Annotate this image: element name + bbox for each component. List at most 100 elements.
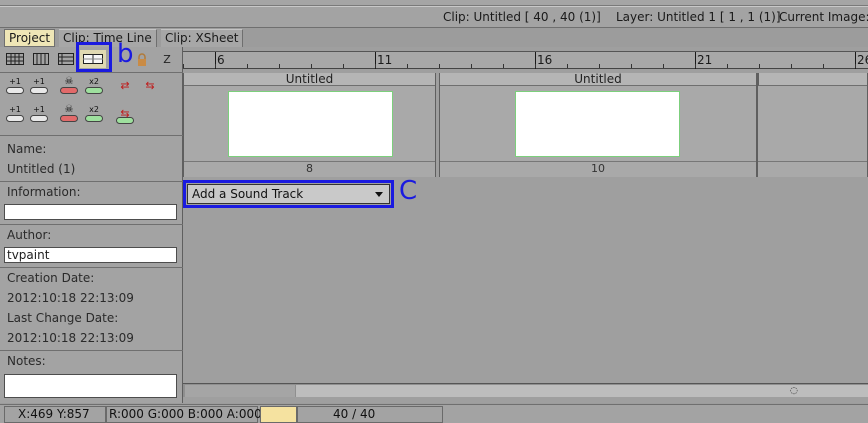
duplicate-layer-button[interactable]: x2 (83, 77, 105, 99)
collapse-arrows-icon[interactable]: ⇆ (139, 77, 161, 99)
ruler-minor-tick (663, 64, 664, 68)
clip-pill-red-icon (60, 115, 78, 122)
notes-label: Notes: (7, 354, 46, 368)
ruler-minor-tick (759, 64, 760, 68)
ruler-label: 16 (537, 53, 553, 67)
add-layer-button[interactable]: +1 (4, 77, 26, 99)
clip-pill-green-icon (85, 115, 103, 122)
ruler-minor-tick (375, 64, 376, 68)
add-clip-button[interactable]: +1 (4, 105, 26, 127)
ruler-label: 6 (217, 53, 225, 67)
creation-date-label: Creation Date: (7, 271, 95, 285)
divider (0, 350, 183, 351)
frame-counter: 40 / 40 (333, 407, 376, 421)
creation-date-value: 2012:10:18 22:13:09 (7, 291, 134, 305)
frame-ruler[interactable]: 6 11 16 21 26 (183, 51, 868, 69)
duplicate-layer-label: x2 (89, 77, 99, 86)
project-panel: Z b +1 +1 ☠ x2 ⇄ ⇆ +1 +1 ☠ x2 ⇆ Name: Un… (0, 41, 183, 403)
grid-view-icon[interactable] (4, 50, 26, 68)
ruler-minor-tick (567, 64, 568, 68)
ruler-minor-tick (215, 64, 216, 68)
tab-clip-xsheet[interactable]: Clip: XSheet (161, 29, 244, 47)
ruler-minor-tick (631, 64, 632, 68)
highlight-box-c (183, 180, 394, 208)
ruler-minor-tick (183, 64, 184, 68)
clip-pill-icon (6, 115, 24, 122)
clip-thumbnail[interactable] (515, 91, 680, 157)
skull-icon: ☠ (64, 76, 74, 87)
column-view-icon[interactable] (30, 50, 52, 68)
horizontal-scrollbar[interactable]: ◌ (183, 383, 868, 397)
highlight-label-c: C (399, 176, 418, 206)
ruler-minor-tick (247, 64, 248, 68)
clip-card[interactable]: Untitled 8 (183, 73, 436, 177)
scrollbar-thumb[interactable] (185, 385, 295, 397)
clip-title-partial (758, 73, 867, 86)
scrollbar-track[interactable] (296, 385, 868, 397)
ruler-label: 21 (697, 53, 713, 67)
ruler-minor-tick (503, 64, 504, 68)
cursor-coords: X:469 Y:857 (18, 407, 90, 421)
merge-pill-icon (116, 117, 134, 124)
add-layer-label: +1 (9, 77, 21, 86)
timeline-area[interactable]: 6 11 16 21 26 Untitled 8 Untitled 10 Add (183, 47, 868, 403)
delete-clip-button[interactable]: ☠ (58, 105, 80, 127)
layer-pill-red-icon (60, 87, 78, 94)
ruler-label: 11 (377, 53, 393, 67)
clip-foot-partial (758, 161, 867, 176)
clip-card-partial[interactable] (757, 73, 868, 177)
clip-title: Untitled (184, 73, 435, 86)
divider (0, 72, 183, 73)
information-field[interactable] (4, 204, 177, 220)
tab-project[interactable]: Project (4, 29, 56, 47)
divider (0, 224, 183, 225)
add-clip-label: +1 (9, 105, 21, 114)
divider (0, 135, 183, 136)
expand-arrows-icon[interactable]: ⇄ (114, 77, 136, 99)
clip-info: Clip: Untitled [ 40 , 40 (1)] (443, 10, 601, 24)
divider (0, 267, 183, 268)
layer-info: Layer: Untitled 1 [ 1 , 1 (1)] (616, 10, 781, 24)
clip-thumbnail[interactable] (228, 91, 393, 157)
clip-pill-icon (30, 115, 48, 122)
ruler-minor-tick (311, 64, 312, 68)
last-change-date-label: Last Change Date: (7, 311, 119, 325)
add-clip-after-button[interactable]: +1 (28, 105, 50, 127)
layer-pill-green-icon (85, 87, 103, 94)
ruler-label: 26 (857, 53, 868, 67)
last-change-date-value: 2012:10:18 22:13:09 (7, 331, 134, 345)
ruler-minor-tick (535, 64, 536, 68)
author-field[interactable]: tvpaint (4, 247, 177, 263)
merge-arrows-icon[interactable]: ⇆ (114, 105, 136, 127)
divider (0, 181, 183, 182)
delete-layer-button[interactable]: ☠ (58, 77, 80, 99)
ruler-minor-tick (823, 64, 824, 68)
clip-title: Untitled (440, 73, 756, 86)
duplicate-clip-button[interactable]: x2 (83, 105, 105, 127)
duplicate-clip-label: x2 (89, 105, 99, 114)
skull-icon: ☠ (64, 104, 74, 115)
zoom-button[interactable]: Z (158, 50, 176, 68)
layer-pill-icon (6, 87, 24, 94)
clip-card[interactable]: Untitled 10 (439, 73, 757, 177)
ruler-minor-tick (439, 64, 440, 68)
ruler-minor-tick (407, 64, 408, 68)
ruler-minor-tick (471, 64, 472, 68)
list-view-icon[interactable] (55, 50, 77, 68)
add-layer-after-button[interactable]: +1 (28, 77, 50, 99)
lock-icon[interactable] (136, 50, 148, 68)
ruler-minor-tick (599, 64, 600, 68)
ruler-minor-tick (727, 64, 728, 68)
add-clip-after-label: +1 (33, 105, 45, 114)
author-label: Author: (7, 228, 52, 242)
ruler-minor-tick (791, 64, 792, 68)
color-swatch (260, 406, 297, 423)
name-value: Untitled (1) (7, 162, 76, 176)
highlight-label-b: b (117, 39, 134, 69)
ruler-minor-tick (343, 64, 344, 68)
notes-field[interactable] (4, 374, 177, 398)
information-label: Information: (7, 185, 81, 199)
ruler-minor-tick (695, 64, 696, 68)
status-bar: X:469 Y:857 R:000 G:000 B:000 A:000 40 /… (0, 404, 868, 423)
pixel-rgba: R:000 G:000 B:000 A:000 (109, 407, 262, 421)
